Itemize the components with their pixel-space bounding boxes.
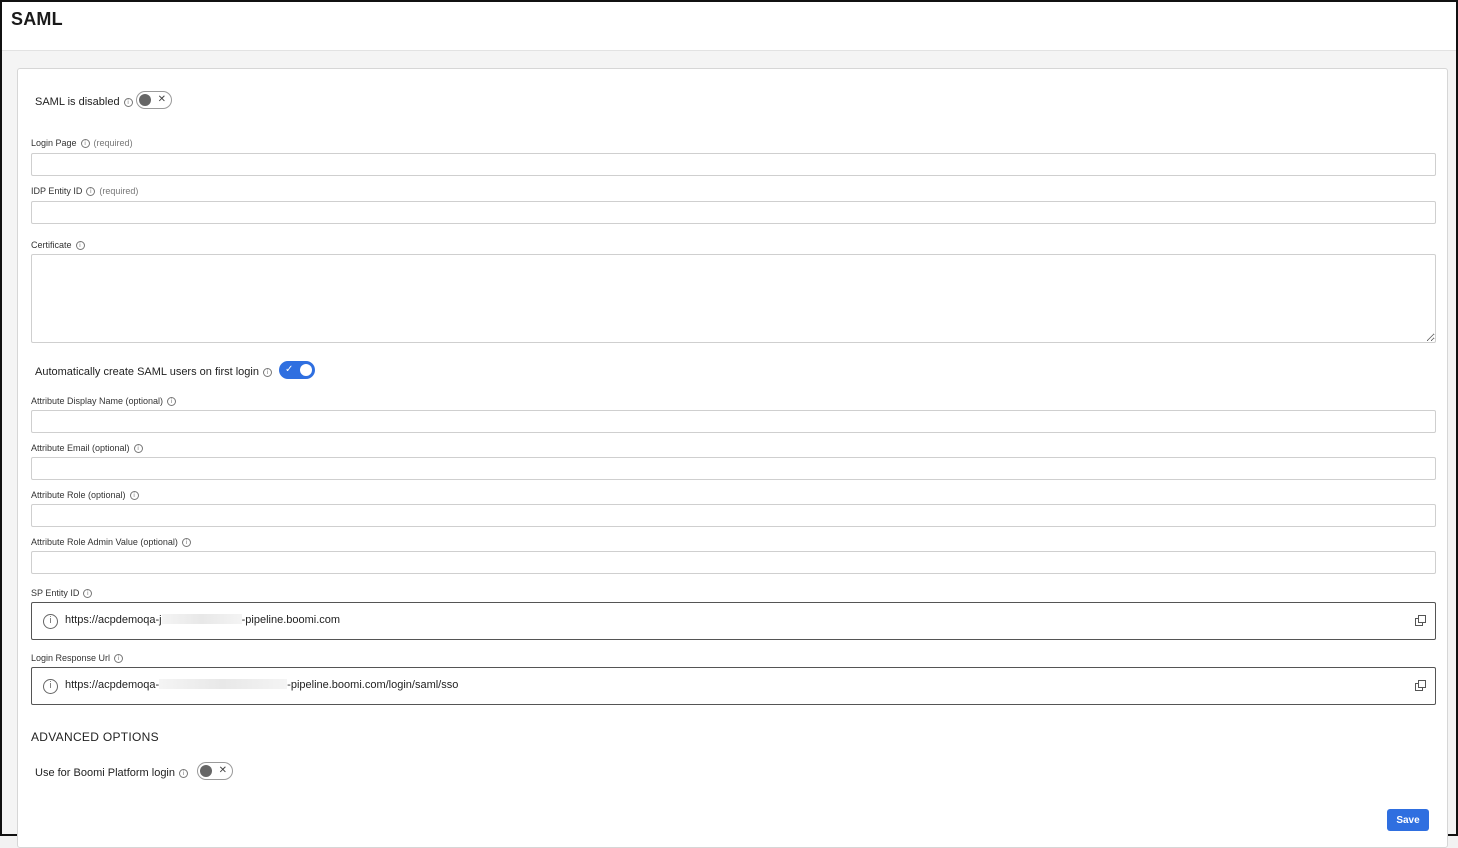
info-icon: i <box>43 614 58 629</box>
info-icon: i <box>133 444 143 453</box>
platform-login-label: Use for Boomi Platform login <box>35 767 175 779</box>
attr-email-input[interactable] <box>31 457 1436 480</box>
info-icon: i <box>123 98 133 107</box>
attr-email-label-row: Attribute Email (optional) i <box>31 443 143 453</box>
saml-status-label: SAML is disabled <box>35 96 120 108</box>
info-icon: i <box>114 654 124 663</box>
login-response-url-value: https://acpdemoqa- -pipeline.boomi.com/lo… <box>65 679 459 691</box>
attr-display-name-label: Attribute Display Name (optional) <box>31 396 164 406</box>
toggle-knob <box>300 364 312 376</box>
sp-entity-id-field: i https://acpdemoqa-j -pipeline.boomi.com <box>31 602 1436 640</box>
idp-entity-id-label: IDP Entity ID <box>31 186 83 196</box>
info-icon: i <box>80 139 90 148</box>
certificate-textarea[interactable] <box>31 254 1436 343</box>
sp-entity-id-label: SP Entity ID <box>31 588 80 598</box>
idp-entity-id-label-row: IDP Entity ID i (required) <box>31 186 138 196</box>
save-button[interactable]: Save <box>1387 809 1429 831</box>
info-icon: i <box>179 769 188 778</box>
platform-login-row: Use for Boomi Platform login i <box>35 763 188 781</box>
saml-enable-toggle[interactable]: ✕ <box>136 91 172 109</box>
toggle-knob <box>200 765 212 777</box>
close-icon: ✕ <box>218 765 227 776</box>
page-header: SAML <box>2 2 1456 51</box>
copy-icon[interactable] <box>1415 615 1426 626</box>
close-icon: ✕ <box>157 94 166 105</box>
info-icon: i <box>181 538 191 547</box>
info-icon: i <box>75 241 85 250</box>
attr-email-label: Attribute Email (optional) <box>31 443 130 453</box>
info-icon: i <box>83 589 93 598</box>
required-note: (required) <box>99 186 139 196</box>
attr-display-name-input[interactable] <box>31 410 1436 433</box>
login-page-label-row: Login Page i (required) <box>31 138 133 148</box>
advanced-options-title: ADVANCED OPTIONS <box>31 730 159 744</box>
saml-status-row: SAML is disabled i <box>35 92 133 110</box>
redacted-segment <box>159 679 288 689</box>
sp-entity-id-label-row: SP Entity ID i <box>31 588 93 598</box>
login-response-url-field: i https://acpdemoqa- -pipeline.boomi.com/… <box>31 667 1436 705</box>
attr-role-admin-input[interactable] <box>31 551 1436 574</box>
certificate-label-row: Certificate i <box>31 240 85 250</box>
attr-role-admin-label: Attribute Role Admin Value (optional) <box>31 537 178 547</box>
info-icon: i <box>129 491 139 500</box>
toggle-knob <box>139 94 151 106</box>
saml-settings-card: SAML is disabled i ✕ Login Page i (required… <box>17 68 1448 848</box>
info-icon: i <box>167 397 177 406</box>
check-icon: ✓ <box>285 364 294 375</box>
auto-create-toggle[interactable]: ✓ <box>279 361 315 379</box>
info-icon: i <box>43 679 58 694</box>
required-note: (required) <box>93 138 133 148</box>
sp-entity-id-value: https://acpdemoqa-j -pipeline.boomi.com <box>65 614 341 626</box>
login-page-label: Login Page <box>31 138 77 148</box>
login-response-url-label-row: Login Response Url i <box>31 653 124 663</box>
info-icon: i <box>262 368 272 377</box>
redacted-segment <box>161 614 242 624</box>
page-title: SAML <box>11 9 63 29</box>
auto-create-row: Automatically create SAML users on first… <box>35 362 272 380</box>
login-page-input[interactable] <box>31 153 1436 176</box>
attr-display-name-label-row: Attribute Display Name (optional) i <box>31 396 177 406</box>
idp-entity-id-input[interactable] <box>31 201 1436 224</box>
app-frame: SAML SAML is disabled i ✕ Login Page i (req… <box>0 0 1458 848</box>
auto-create-label: Automatically create SAML users on first… <box>35 366 259 378</box>
login-response-url-label: Login Response Url <box>31 653 111 663</box>
attr-role-input[interactable] <box>31 504 1436 527</box>
attr-role-admin-label-row: Attribute Role Admin Value (optional) i <box>31 537 191 547</box>
info-icon: i <box>86 187 96 196</box>
platform-login-toggle[interactable]: ✕ <box>197 762 233 780</box>
certificate-label: Certificate <box>31 240 72 250</box>
attr-role-label-row: Attribute Role (optional) i <box>31 490 139 500</box>
copy-icon[interactable] <box>1415 680 1426 691</box>
attr-role-label: Attribute Role (optional) <box>31 490 126 500</box>
